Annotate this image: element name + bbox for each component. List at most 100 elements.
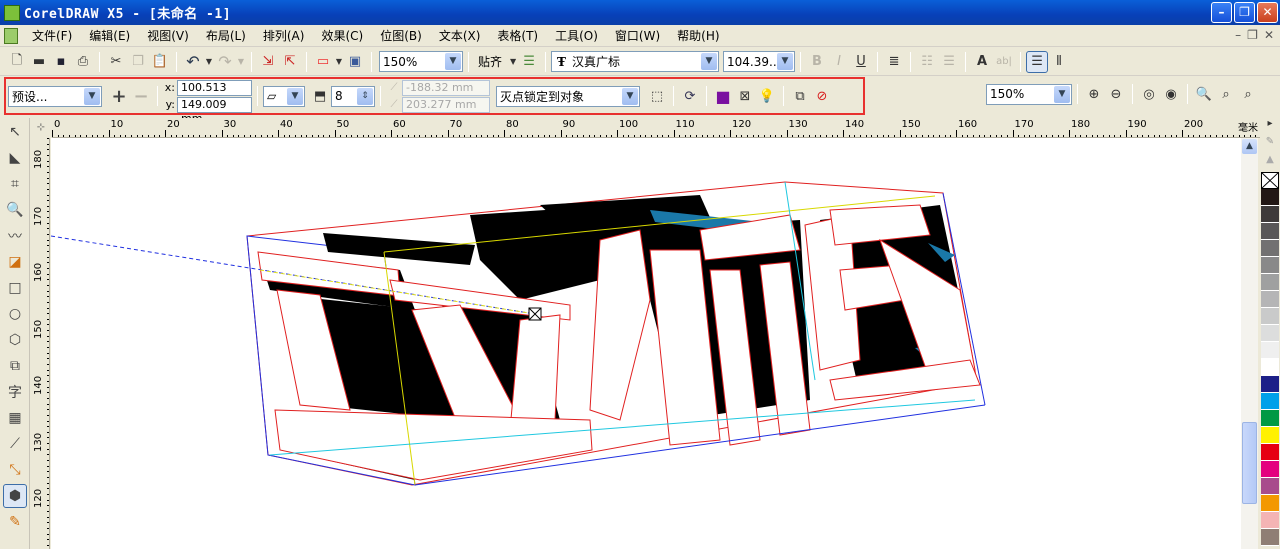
eyedropper-tool-icon[interactable]: ✎ [3,510,27,534]
color-swatch[interactable] [1261,444,1279,461]
color-swatch[interactable] [1261,257,1279,274]
copy-icon[interactable]: ❐ [127,51,149,73]
color-swatch[interactable] [1261,359,1279,376]
text-tool-icon[interactable]: 字 [3,380,27,404]
launcher-dropdown-icon[interactable]: ▼ [334,51,344,73]
snap-dropdown-icon[interactable]: ▼ [508,51,518,73]
chevron-down-icon[interactable]: ▼ [777,53,794,70]
menu-table[interactable]: 表格(T) [497,27,538,44]
menu-help[interactable]: 帮助(H) [677,27,719,44]
menu-view[interactable]: 视图(V) [147,27,189,44]
color-swatch[interactable] [1261,393,1279,410]
zoom-to-selected-icon[interactable]: ◎ [1138,83,1160,105]
export-icon[interactable]: ⇱ [279,51,301,73]
bold-icon[interactable]: B [806,51,828,73]
options-icon[interactable]: ☰ [518,51,540,73]
extruded-artwork[interactable] [51,138,1241,549]
freehand-tool-icon[interactable]: 〰 [3,224,27,248]
palette-scroll-up-icon[interactable]: ▲ [1260,154,1280,172]
application-launcher-icon[interactable]: ▭ [312,51,334,73]
close-button[interactable]: ✕ [1257,2,1278,23]
zoom-level-select[interactable]: 150% ▼ [379,51,463,72]
color-swatch[interactable] [1261,291,1279,308]
chevron-down-icon[interactable]: ▼ [1054,85,1070,103]
minimize-button[interactable]: – [1211,2,1232,23]
menu-window[interactable]: 窗口(W) [615,27,660,44]
save-icon[interactable]: ▪ [50,51,72,73]
character-formatting-icon[interactable]: A [971,51,993,73]
color-swatch[interactable] [1261,206,1279,223]
snap-to-button[interactable]: 贴齐 [478,53,502,70]
color-swatch[interactable] [1261,189,1279,206]
horizontal-ruler[interactable]: 0 10 20 30 40 50 60 70 80 90 100 110 120 130 140 150 160… [52,118,1260,138]
scroll-up-icon[interactable]: ▲ [1242,139,1257,154]
underline-icon[interactable]: U [850,51,872,73]
ellipse-tool-icon[interactable]: ○ [3,302,27,326]
color-swatch[interactable] [1261,240,1279,257]
text-alignment-icon[interactable]: ≣ [883,51,905,73]
restore-button[interactable]: ❐ [1234,2,1255,23]
color-swatch[interactable] [1261,529,1279,546]
paste-icon[interactable]: 📋 [149,51,171,73]
doc-minimize-button[interactable]: – [1235,28,1241,42]
scroll-thumb[interactable] [1242,422,1257,504]
drop-cap-icon[interactable]: ☰ [938,51,960,73]
undo-icon[interactable]: ↶ [182,51,204,73]
connector-tool-icon[interactable]: ⤡ [3,458,27,482]
zoom-tool-icon[interactable]: 🔍 [3,198,27,222]
zoom-out-icon[interactable]: ⊖ [1105,83,1127,105]
drawing-canvas[interactable] [51,138,1241,549]
menu-layout[interactable]: 布局(L) [206,27,246,44]
edit-text-icon[interactable]: ab| [993,51,1015,73]
rectangle-tool-icon[interactable]: □ [3,276,27,300]
color-swatch[interactable] [1261,512,1279,529]
redo-dropdown-icon[interactable]: ▼ [236,51,246,73]
menu-bitmaps[interactable]: 位图(B) [380,27,422,44]
crop-tool-icon[interactable]: ⌗ [3,172,27,196]
no-fill-swatch[interactable] [1261,172,1279,189]
open-folder-icon[interactable]: ▬ [28,51,50,73]
color-swatch[interactable] [1261,325,1279,342]
color-swatch[interactable] [1261,461,1279,478]
chevron-down-icon[interactable]: ▼ [445,53,461,70]
color-swatch[interactable] [1261,427,1279,444]
zoom-in-icon[interactable]: ⊕ [1083,83,1105,105]
chevron-down-icon[interactable]: ▼ [701,53,718,70]
extrude-tool-icon[interactable]: ⬢ [3,484,27,508]
menu-arrange[interactable]: 排列(A) [263,27,305,44]
doc-restore-button[interactable]: ❐ [1247,28,1258,42]
print-icon[interactable]: ⎙ [72,51,94,73]
document-icon[interactable] [4,27,18,44]
color-swatch[interactable] [1261,308,1279,325]
zoom-to-page-icon[interactable]: 🔍 [1193,83,1215,105]
color-swatch[interactable] [1261,478,1279,495]
vertical-text-icon[interactable]: ⦀ [1048,51,1070,73]
horizontal-text-icon[interactable]: ☰ [1026,50,1049,73]
font-family-select[interactable]: Ŧ 汉真广标 ▼ [551,51,720,72]
menu-tools[interactable]: 工具(O) [555,27,598,44]
welcome-screen-icon[interactable]: ▣ [344,51,366,73]
color-swatch[interactable] [1261,223,1279,240]
menu-effects[interactable]: 效果(C) [321,27,363,44]
bullet-list-icon[interactable]: ☷ [916,51,938,73]
polygon-tool-icon[interactable]: ⬡ [3,328,27,352]
zoom-to-page-width-icon[interactable]: ⌕ [1215,83,1237,105]
zoom-to-all-objects-icon[interactable]: ◉ [1160,83,1182,105]
table-tool-icon[interactable]: ▦ [3,406,27,430]
undo-dropdown-icon[interactable]: ▼ [204,51,214,73]
color-swatch[interactable] [1261,342,1279,359]
zoom-to-page-height-icon[interactable]: ⌕ [1237,83,1259,105]
color-swatch[interactable] [1261,410,1279,427]
new-document-icon[interactable]: 🗋 [6,51,28,73]
vertical-ruler[interactable]: 180 170 160 150 140 130 120 [30,138,50,549]
vertical-scrollbar[interactable]: ▲ [1241,138,1258,549]
cut-icon[interactable]: ✂ [105,51,127,73]
menu-edit[interactable]: 编辑(E) [89,27,130,44]
smart-fill-tool-icon[interactable]: ◪ [3,250,27,274]
color-swatch[interactable] [1261,495,1279,512]
menu-text[interactable]: 文本(X) [439,27,481,44]
import-icon[interactable]: ⇲ [257,51,279,73]
palette-eyedropper-icon[interactable]: ✎ [1260,136,1280,154]
font-size-select[interactable]: 104.39... ▼ [723,51,796,72]
dimension-tool-icon[interactable]: ⟋ [3,432,27,456]
